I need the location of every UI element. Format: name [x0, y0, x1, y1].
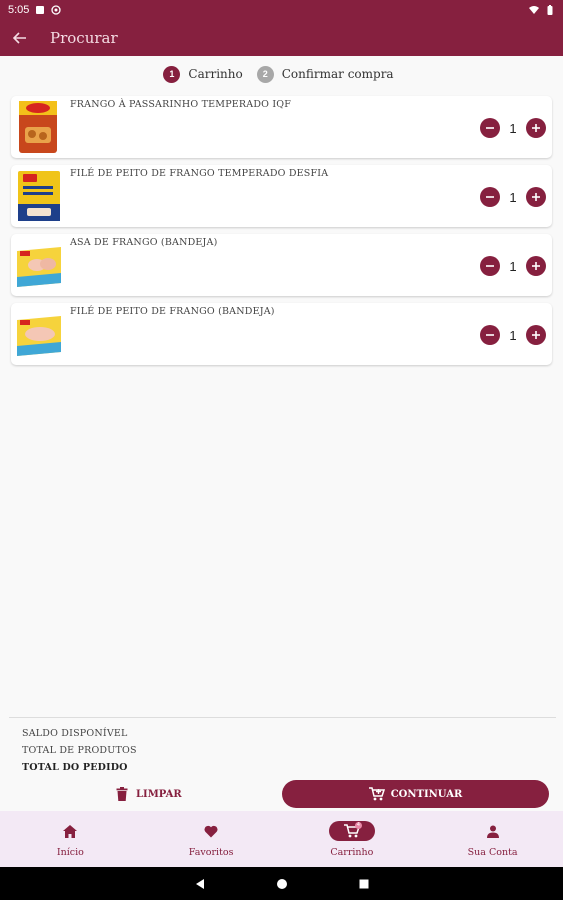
product-name: ASA DE FRANGO (BANDEJA): [70, 237, 218, 248]
nav-label: Carrinho: [330, 847, 374, 858]
product-name: FILÉ DE PEITO DE FRANGO TEMPERADO DESFIA: [70, 168, 329, 179]
product-image: [17, 316, 61, 356]
step-cart: 1 Carrinho: [163, 65, 248, 83]
wifi-icon: [529, 6, 539, 14]
product-image: [19, 101, 57, 153]
minus-icon: [486, 196, 494, 198]
heart-icon: [204, 825, 218, 837]
quantity-value: 1: [509, 258, 517, 274]
back-triangle-icon[interactable]: [194, 878, 206, 890]
sim-icon: [36, 6, 45, 14]
home-icon: [63, 824, 78, 838]
app-bar: Procurar: [0, 20, 563, 56]
status-bar: 5:05: [0, 0, 563, 20]
continue-button[interactable]: CONTINUAR: [282, 780, 549, 808]
product-name: FRANGO À PASSARINHO TEMPERADO IQF: [70, 99, 292, 110]
nav-item-home[interactable]: Início: [0, 811, 141, 867]
product-image: [18, 171, 60, 221]
nav-item-favorites[interactable]: Favoritos: [141, 811, 282, 867]
quantity-stepper: 1: [480, 325, 546, 345]
battery-icon: [547, 5, 553, 15]
decrease-button[interactable]: [480, 325, 500, 345]
clear-cart-button[interactable]: LIMPAR: [116, 782, 182, 806]
quantity-stepper: 1: [480, 118, 546, 138]
step-number: 1: [163, 65, 181, 83]
minus-icon: [486, 334, 494, 336]
plus-icon: [532, 331, 540, 339]
plus-icon: [532, 124, 540, 132]
quantity-stepper: 1: [480, 256, 546, 276]
plus-icon: [532, 193, 540, 201]
bottom-navigation: Início Favoritos 4 Carrinho Sua Conta: [0, 811, 563, 867]
product-name: FILÉ DE PEITO DE FRANGO (BANDEJA): [70, 306, 275, 317]
step-label: Carrinho: [188, 67, 243, 81]
order-summary: SALDO DISPONÍVEL TOTAL DE PRODUTOS TOTAL…: [22, 725, 137, 776]
available-balance-label: SALDO DISPONÍVEL: [22, 728, 128, 739]
quantity-value: 1: [509, 120, 517, 136]
minus-icon: [486, 265, 494, 267]
step-number: 2: [256, 65, 274, 83]
increase-button[interactable]: [526, 256, 546, 276]
person-icon: [486, 825, 499, 838]
back-button[interactable]: [0, 20, 40, 56]
add-to-cart-icon: [368, 787, 385, 801]
step-label: Confirmar compra: [281, 67, 394, 81]
cart-item: FILÉ DE PEITO DE FRANGO TEMPERADO DESFIA…: [11, 165, 552, 227]
nav-label: Favoritos: [188, 847, 234, 858]
step-confirm: 2 Confirmar compra: [256, 65, 400, 83]
decrease-button[interactable]: [480, 187, 500, 207]
clear-label: LIMPAR: [136, 788, 182, 800]
system-navigation-bar: [0, 867, 563, 900]
continue-label: CONTINUAR: [390, 788, 463, 800]
page-title: Procurar: [50, 29, 118, 47]
recents-square-icon[interactable]: [358, 878, 370, 890]
status-time: 5:05: [8, 4, 30, 16]
nav-item-cart[interactable]: 4 Carrinho: [282, 811, 423, 867]
divider: [9, 717, 556, 718]
checkout-stepper: 1 Carrinho 2 Confirmar compra: [0, 64, 563, 84]
quantity-value: 1: [509, 189, 517, 205]
cart-count-badge: 4: [354, 822, 362, 829]
minus-icon: [486, 127, 494, 129]
home-circle-icon[interactable]: [276, 878, 288, 890]
arrow-left-icon: [13, 32, 26, 44]
cart-list: FRANGO À PASSARINHO TEMPERADO IQF 1 FILÉ…: [11, 96, 552, 372]
decrease-button[interactable]: [480, 118, 500, 138]
increase-button[interactable]: [526, 325, 546, 345]
increase-button[interactable]: [526, 187, 546, 207]
cart-item: ASA DE FRANGO (BANDEJA) 1: [11, 234, 552, 296]
decrease-button[interactable]: [480, 256, 500, 276]
product-image: [17, 247, 61, 287]
nav-label: Início: [56, 847, 84, 858]
quantity-value: 1: [509, 327, 517, 343]
cart-item: FRANGO À PASSARINHO TEMPERADO IQF 1: [11, 96, 552, 158]
cart-item: FILÉ DE PEITO DE FRANGO (BANDEJA) 1: [11, 303, 552, 365]
at-sign-icon: [51, 5, 62, 15]
trash-icon: [116, 787, 128, 801]
nav-item-account[interactable]: Sua Conta: [422, 811, 563, 867]
order-total-label: TOTAL DO PEDIDO: [22, 762, 128, 773]
products-total-label: TOTAL DE PRODUTOS: [22, 745, 137, 756]
quantity-stepper: 1: [480, 187, 546, 207]
increase-button[interactable]: [526, 118, 546, 138]
nav-label: Sua Conta: [467, 847, 518, 858]
plus-icon: [532, 262, 540, 270]
